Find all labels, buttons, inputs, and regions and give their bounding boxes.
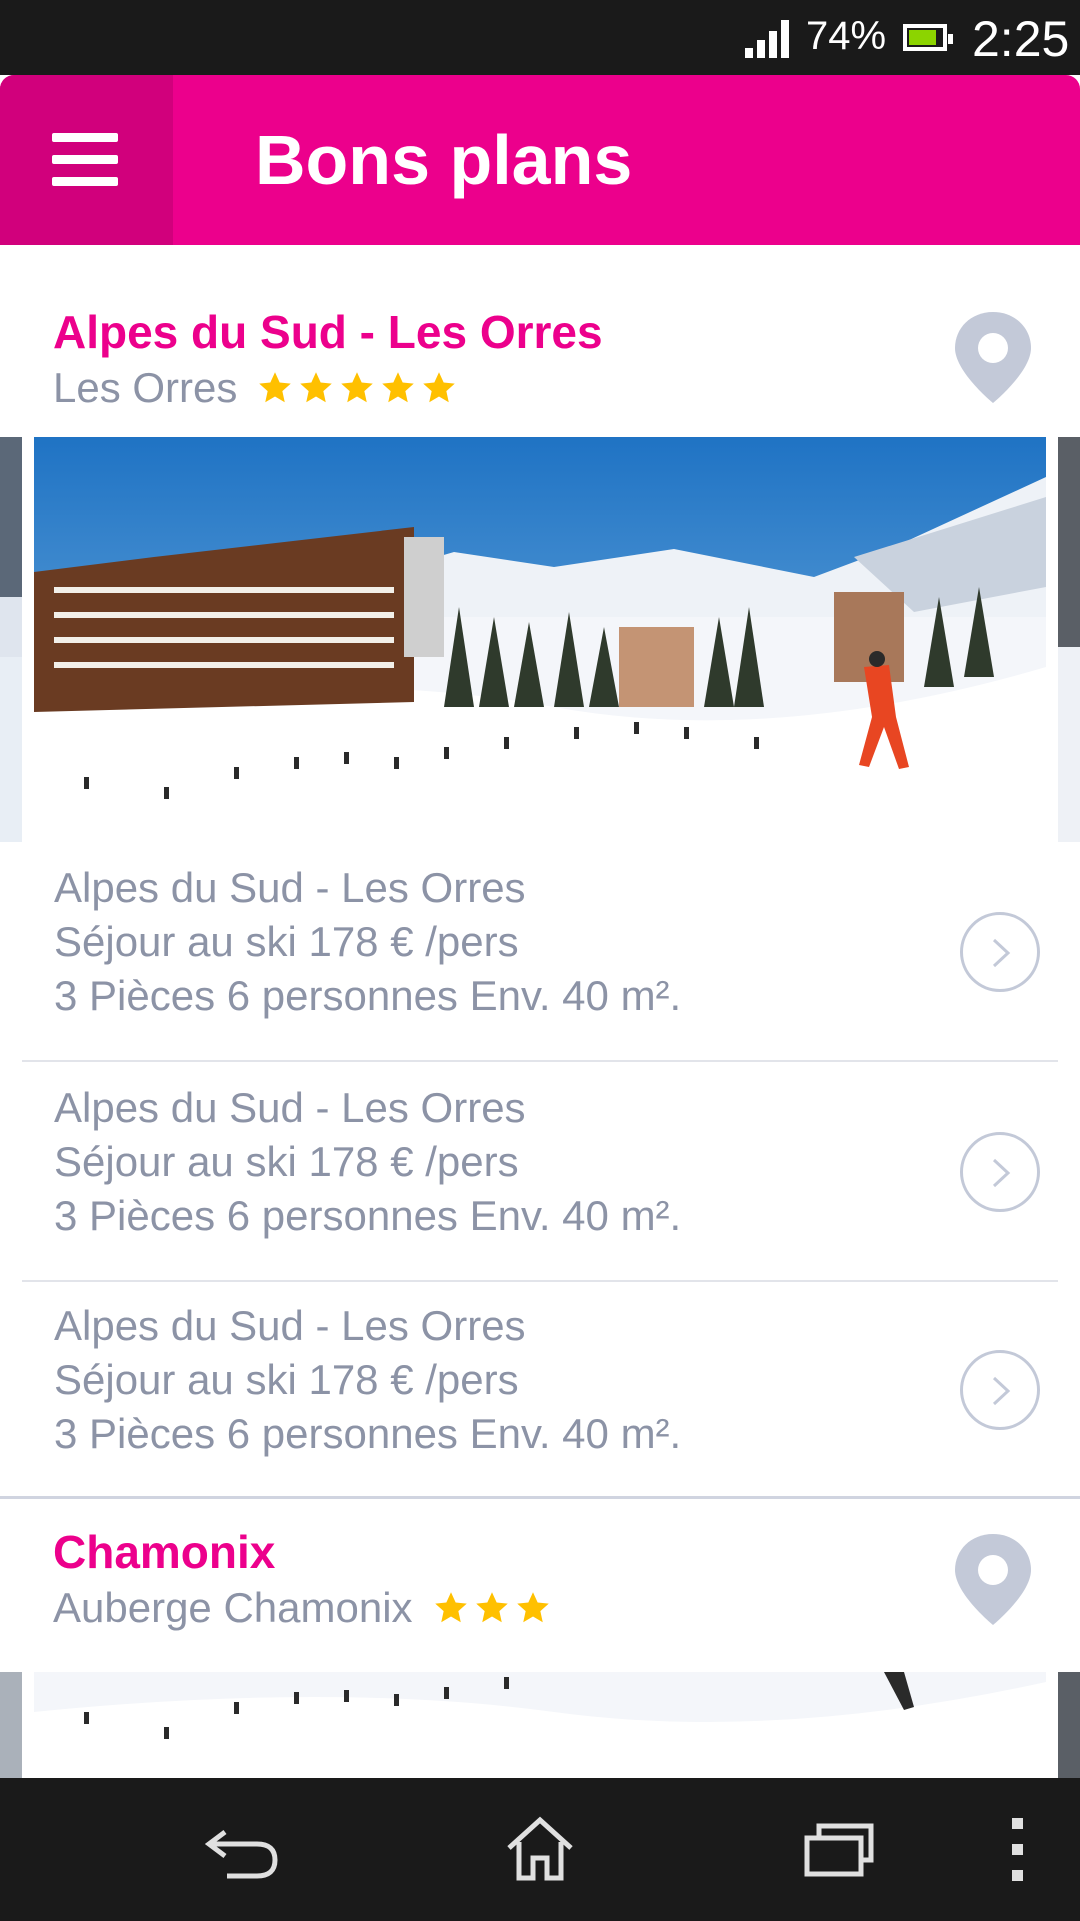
- star-rating: [257, 370, 462, 406]
- chevron-right-icon: [992, 938, 1011, 968]
- offer-details: 3 Pièces 6 personnes Env. 40 m².: [54, 1410, 682, 1457]
- star-icon: [423, 372, 456, 403]
- listing-subtitle: Auberge Chamonix: [53, 1584, 556, 1632]
- map-pin-icon[interactable]: [953, 1532, 1033, 1627]
- offer-open-button[interactable]: [960, 1132, 1040, 1212]
- resort-photo[interactable]: [34, 1672, 1046, 1778]
- recent-apps-icon[interactable]: [803, 1814, 875, 1884]
- carousel-next-image[interactable]: [1058, 437, 1080, 842]
- chevron-right-icon: [992, 1376, 1011, 1406]
- offer-item[interactable]: Alpes du Sud - Les Orres Séjour au ski 1…: [22, 1280, 1058, 1500]
- offer-price: Séjour au ski 178 € /pers: [54, 918, 519, 965]
- offer-item[interactable]: Alpes du Sud - Les Orres Séjour au ski 1…: [22, 1062, 1058, 1282]
- section-divider: [0, 1496, 1080, 1499]
- signal-icon: [745, 20, 789, 58]
- battery-icon: [903, 24, 953, 51]
- offer-destination: Alpes du Sud - Les Orres: [54, 864, 526, 911]
- carousel-next-image[interactable]: [1058, 1672, 1080, 1778]
- system-nav-bar: [0, 1778, 1080, 1921]
- back-icon[interactable]: [205, 1814, 281, 1884]
- clock: 2:25: [972, 11, 1070, 67]
- listing-title[interactable]: Chamonix: [53, 1525, 275, 1579]
- battery-fill: [909, 30, 936, 45]
- menu-button[interactable]: [0, 75, 173, 245]
- offer-item[interactable]: Alpes du Sud - Les Orres Séjour au ski 1…: [22, 842, 1058, 1062]
- hamburger-menu-icon: [52, 133, 118, 142]
- offer-destination: Alpes du Sud - Les Orres: [54, 1084, 526, 1131]
- overflow-menu-icon[interactable]: [1008, 1814, 1028, 1884]
- listing-location: Les Orres: [53, 364, 238, 411]
- resort-photo[interactable]: [34, 437, 1046, 842]
- star-icon: [382, 372, 415, 403]
- listing-subtitle: Les Orres: [53, 364, 462, 412]
- photo-carousel[interactable]: [0, 1672, 1080, 1778]
- offer-details: 3 Pièces 6 personnes Env. 40 m².: [54, 1192, 682, 1239]
- offer-open-button[interactable]: [960, 912, 1040, 992]
- carousel-prev-image[interactable]: [0, 437, 22, 842]
- star-icon: [516, 1592, 549, 1623]
- app-header: Bons plans: [0, 75, 1080, 245]
- star-icon: [341, 372, 374, 403]
- status-bar: 74% 2:25: [0, 0, 1080, 75]
- offer-details: 3 Pièces 6 personnes Env. 40 m².: [54, 972, 682, 1019]
- page-title: Bons plans: [255, 121, 633, 199]
- offer-price: Séjour au ski 178 € /pers: [54, 1356, 519, 1403]
- home-icon[interactable]: [505, 1814, 575, 1884]
- battery-percent: 74%: [806, 14, 887, 58]
- carousel-prev-image[interactable]: [0, 1672, 22, 1778]
- offer-destination: Alpes du Sud - Les Orres: [54, 1302, 526, 1349]
- offer-price: Séjour au ski 178 € /pers: [54, 1138, 519, 1185]
- star-icon: [475, 1592, 508, 1623]
- map-pin-icon[interactable]: [953, 310, 1033, 405]
- photo-carousel[interactable]: [0, 437, 1080, 842]
- offer-open-button[interactable]: [960, 1350, 1040, 1430]
- star-rating: [433, 1590, 556, 1626]
- star-icon: [434, 1592, 467, 1623]
- listing-location: Auberge Chamonix: [53, 1584, 413, 1631]
- star-icon: [259, 372, 292, 403]
- chevron-right-icon: [992, 1158, 1011, 1188]
- star-icon: [300, 372, 333, 403]
- listing-title[interactable]: Alpes du Sud - Les Orres: [53, 305, 603, 359]
